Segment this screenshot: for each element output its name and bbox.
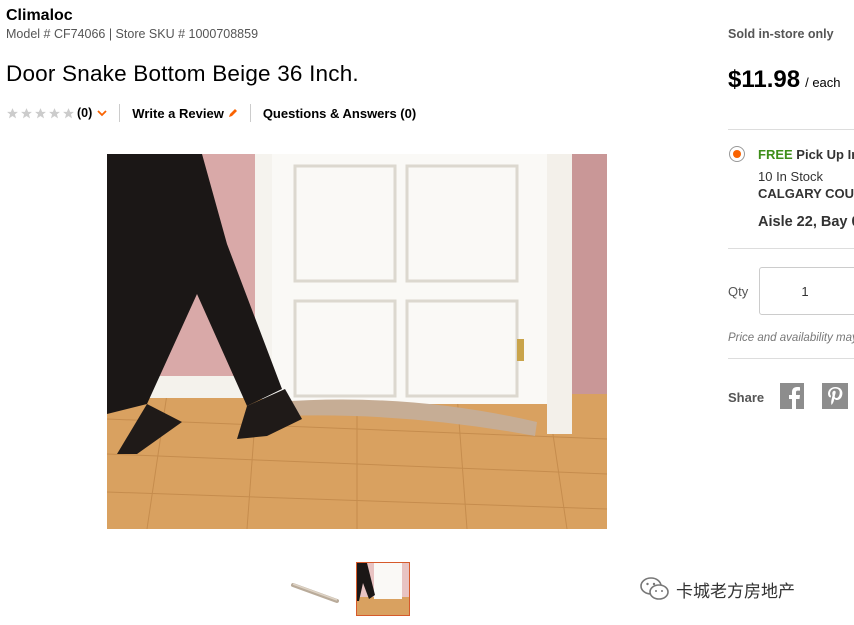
product-title: Door Snake Bottom Beige 36 Inch. [6, 61, 359, 86]
star-icon [21, 107, 32, 118]
price-amount: $11.98 [728, 66, 801, 93]
divider [728, 248, 854, 249]
thumbnail-lifestyle[interactable] [356, 562, 410, 616]
quantity-input[interactable]: 1 [759, 267, 854, 315]
thumbnail-product[interactable] [288, 562, 342, 616]
facebook-icon[interactable] [780, 383, 804, 409]
free-label: FREE [758, 147, 793, 162]
brand-name[interactable]: Climaloc [6, 7, 73, 25]
chevron-down-icon[interactable] [97, 108, 107, 118]
pickup-option[interactable]: FREE Pick Up In Store [758, 147, 854, 162]
rating-row: (0) Write a Review Questions & Answers (… [6, 103, 416, 123]
pickup-label: Pick Up In Store [796, 147, 854, 162]
review-count[interactable]: (0) [77, 106, 92, 120]
aisle-location: Aisle 22, Bay 007 [758, 214, 854, 230]
pinterest-icon[interactable] [822, 383, 848, 409]
star-icon [35, 107, 46, 118]
product-main-image[interactable] [107, 154, 607, 529]
price-unit: / each [805, 75, 841, 90]
star-icon [7, 107, 18, 118]
divider [119, 104, 121, 122]
write-review-link[interactable]: Write a Review [132, 106, 224, 121]
divider [728, 129, 854, 130]
pickup-radio[interactable] [729, 146, 745, 162]
pencil-icon [228, 109, 237, 117]
door-snake-thumb-icon [291, 583, 339, 603]
star-rating[interactable] [6, 107, 75, 120]
questions-answers-link[interactable]: Questions & Answers (0) [263, 106, 416, 121]
qty-label: Qty [728, 284, 749, 299]
divider [249, 104, 251, 122]
store-name[interactable]: CALGARY COUNTRY HILLS [758, 186, 854, 201]
lifestyle-thumb-icon [357, 563, 409, 615]
wechat-icon [640, 577, 669, 600]
price-availability-note: Price and availability may vary by store [728, 332, 854, 344]
share-label: Share [728, 390, 765, 405]
thumbnail-strip [288, 562, 410, 616]
star-icon [63, 107, 74, 118]
watermark: 卡城老方房地产 [640, 575, 795, 603]
price: $11.98 / each [728, 66, 841, 94]
model-sku: Model # CF74066 | Store SKU # 1000708859 [6, 27, 259, 41]
divider [728, 358, 854, 359]
watermark-text: 卡城老方房地产 [676, 581, 795, 601]
stock-count: 10 In Stock [758, 169, 824, 184]
sold-in-store-label: Sold in-store only [728, 27, 834, 41]
star-icon [49, 107, 60, 118]
